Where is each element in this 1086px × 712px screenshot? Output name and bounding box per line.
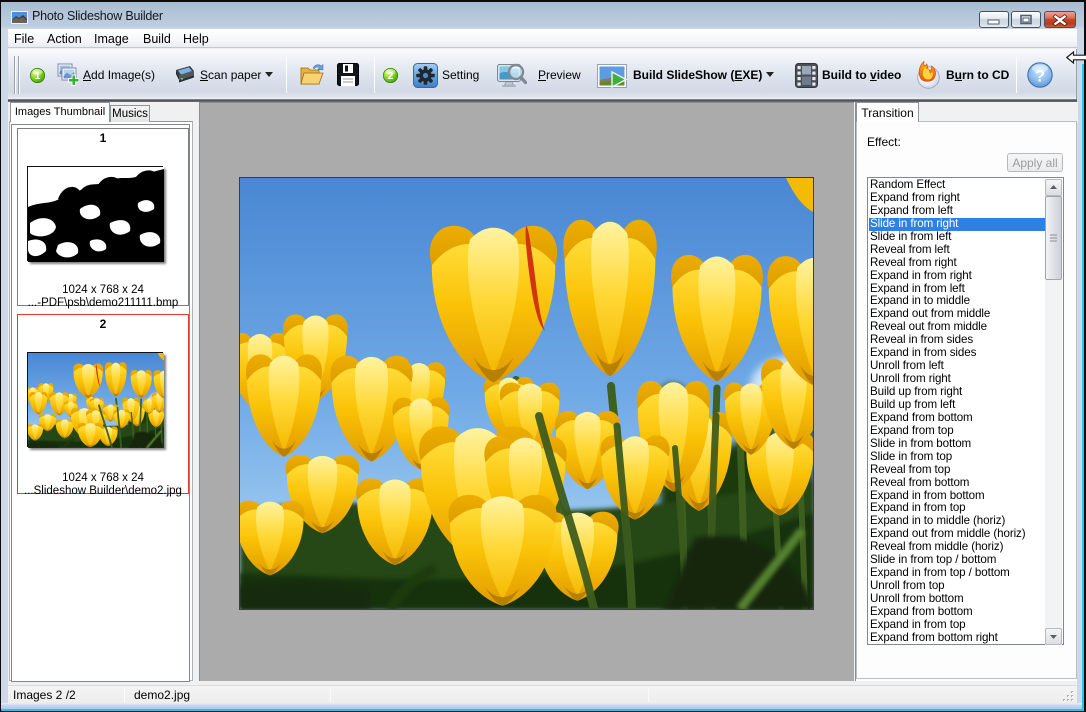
svg-text:1: 1 (35, 71, 41, 82)
svg-text:?: ? (1035, 67, 1045, 86)
svg-text:2: 2 (388, 71, 394, 82)
